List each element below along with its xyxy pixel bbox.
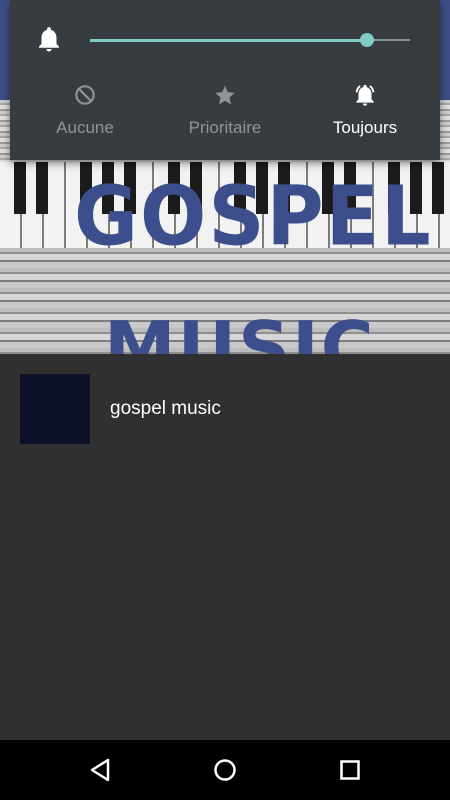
home-icon[interactable] — [207, 752, 243, 788]
star-icon — [215, 85, 235, 105]
item-title: gospel music — [110, 398, 221, 419]
mode-label: Toujours — [332, 118, 398, 137]
volume-slider-fill — [90, 39, 367, 42]
item-thumbnail — [20, 374, 90, 444]
bell-icon[interactable] — [34, 22, 64, 56]
volume-slider[interactable] — [90, 30, 410, 50]
system-nav-bar — [0, 740, 450, 800]
mode-label: Aucune — [56, 118, 114, 137]
piano-black-key — [36, 162, 48, 214]
recents-icon[interactable] — [332, 752, 368, 788]
volume-slider-thumb[interactable] — [360, 33, 374, 47]
mode-label: Prioritaire — [188, 118, 262, 137]
bell-ringing-icon — [355, 84, 375, 106]
banner-title-line2: MUSIC — [104, 306, 376, 354]
back-icon[interactable] — [82, 752, 118, 788]
mode-aucune[interactable]: Aucune — [15, 82, 155, 138]
piano-black-key — [432, 162, 444, 214]
block-icon — [75, 85, 95, 105]
banner-title-line1: GOSPEL — [74, 169, 433, 265]
volume-panel: Aucune Prioritaire Toujours — [10, 0, 440, 160]
mode-toujours[interactable]: Toujours — [295, 82, 435, 138]
mode-prioritaire[interactable]: Prioritaire — [155, 82, 295, 138]
piano-black-key — [14, 162, 26, 214]
list-item[interactable]: gospel music — [0, 354, 450, 464]
